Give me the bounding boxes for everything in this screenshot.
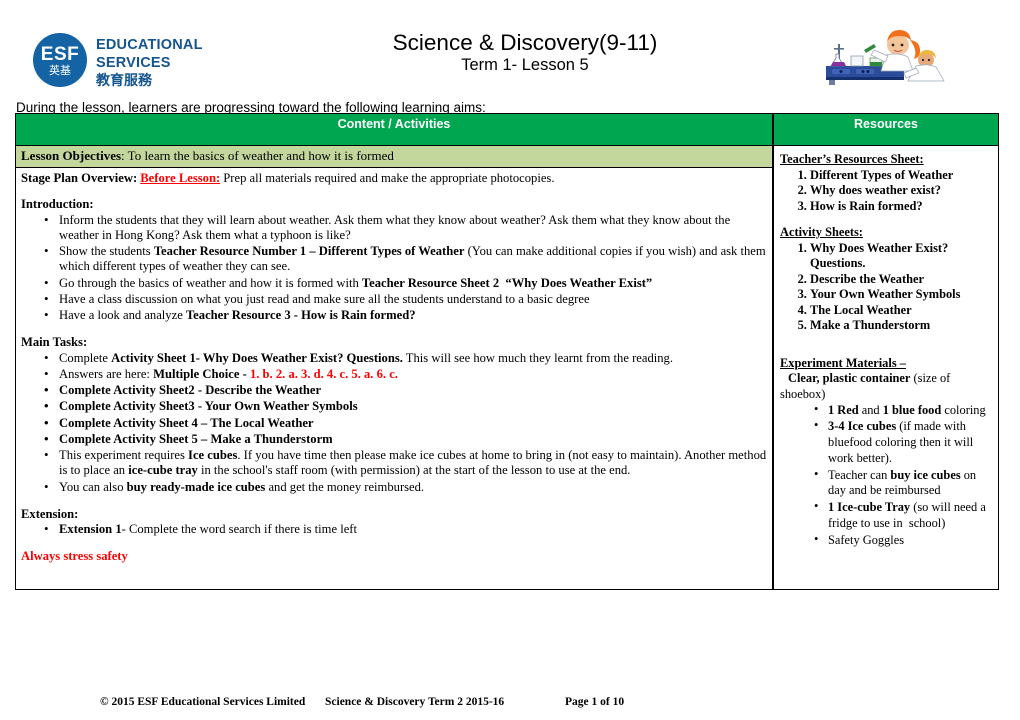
list-item: You can also buy ready-made ice cubes an… xyxy=(44,479,767,495)
esf-logo-line-2: SERVICES xyxy=(96,54,171,71)
list-item: Complete Activity Sheet 4 – The Local We… xyxy=(44,415,767,431)
list-item: Make a Thunderstorm xyxy=(810,318,991,334)
list-item: Complete Activity Sheet 5 – Make a Thund… xyxy=(44,431,767,447)
esf-logo-mark-text-cn: 英基 xyxy=(49,63,71,77)
list-item: This experiment requires Ice cubes. If y… xyxy=(44,447,767,478)
activity-sheet-item-text: Your Own Weather Symbols xyxy=(810,287,961,302)
page-subtitle: Term 1- Lesson 5 xyxy=(461,56,589,75)
main-tasks-list: Complete Activity Sheet 1- Why Does Weat… xyxy=(21,350,767,495)
list-item: Safety Goggles xyxy=(814,532,991,549)
content-activities-cell: Lesson Objectives: To learn the basics o… xyxy=(15,146,773,590)
lesson-plan-table: Content / Activities Resources Lesson Ob… xyxy=(15,113,999,590)
activity-sheet-item-text: Make a Thunderstorm xyxy=(810,318,931,333)
content-body: Stage Plan Overview: Before Lesson: Prep… xyxy=(16,168,772,570)
list-item: Complete Activity Sheet2 - Describe the … xyxy=(44,382,767,398)
science-experiment-clipart-icon xyxy=(826,30,945,85)
document-title-block: Science & Discovery(9-11) Term 1- Lesson… xyxy=(290,30,760,76)
list-item: Complete Activity Sheet3 - Your Own Weat… xyxy=(44,398,767,414)
teacher-resource-item-text: How is Rain formed? xyxy=(810,198,923,213)
footer-copyright: © 2015 ESF Educational Services Limited xyxy=(100,696,306,708)
experiment-item-text: Safety Goggles xyxy=(828,532,905,547)
teacher-resources-sheet-heading: Teacher’s Resources Sheet: xyxy=(780,152,924,166)
page-footer: © 2015 ESF Educational Services Limited … xyxy=(100,696,920,708)
esf-logo-wordmark: EDUCATIONAL SERVICES 教育服務 xyxy=(96,37,203,90)
experiment-materials-list: 1 Red and 1 blue food coloring 3-4 Ice c… xyxy=(780,402,991,549)
introduction-item-text: Inform the students that they will learn… xyxy=(59,212,731,242)
list-item: Inform the students that they will learn… xyxy=(44,212,767,243)
list-item: Why does weather exist? xyxy=(810,183,991,199)
resources-cell: Teacher’s Resources Sheet: Different Typ… xyxy=(773,146,999,590)
column-header-resources: Resources xyxy=(773,113,999,146)
stage-plan-overview-text: Prep all materials required and make the… xyxy=(220,171,555,185)
activity-sheet-item-text: The Local Weather xyxy=(810,302,912,317)
table-body-row: Lesson Objectives: To learn the basics o… xyxy=(15,146,999,590)
main-task-item-text: Complete Activity Sheet3 - Your Own Weat… xyxy=(59,399,358,414)
teacher-resources-sheet-list: Different Types of Weather Why does weat… xyxy=(780,168,991,215)
list-item: Different Types of Weather xyxy=(810,168,991,184)
extension-heading: Extension: xyxy=(21,506,79,521)
esf-logo-mark-text: ESF xyxy=(40,43,80,65)
page-header: ESF 英基 EDUCATIONAL SERVICES 教育服務 Science… xyxy=(0,0,1020,100)
extension-list: Extension 1- Complete the word search if… xyxy=(21,521,767,537)
list-item: Go through the basics of weather and how… xyxy=(44,275,767,291)
before-lesson-label: Before Lesson: xyxy=(140,171,221,185)
introduction-item-text: Have a class discussion on what you just… xyxy=(59,291,590,306)
teacher-resource-item-text: Different Types of Weather xyxy=(810,167,954,182)
main-task-item-text: Complete Activity Sheet 5 – Make a Thund… xyxy=(59,431,333,446)
list-item: 1 Red and 1 blue food coloring xyxy=(814,402,991,419)
activity-sheet-item-text: Why Does Weather Exist? Questions. xyxy=(810,240,949,271)
list-item: 3-4 Ice cubes (if made with bluefood col… xyxy=(814,418,991,466)
list-item: Your Own Weather Symbols xyxy=(810,287,991,303)
introduction-list: Inform the students that they will learn… xyxy=(21,212,767,324)
footer-page-number: Page 1 of 10 xyxy=(565,696,625,708)
activity-sheet-item-text: Describe the Weather xyxy=(810,271,925,286)
list-item: The Local Weather xyxy=(810,303,991,319)
experiment-lead-bold: Clear, plastic container xyxy=(788,371,911,386)
experiment-materials-lead: Clear, plastic container (size of shoebo… xyxy=(780,371,991,402)
list-item: Complete Activity Sheet 1- Why Does Weat… xyxy=(44,350,767,366)
teacher-resource-item-text: Why does weather exist? xyxy=(810,183,941,198)
list-item: How is Rain formed? xyxy=(810,199,991,215)
main-tasks-heading: Main Tasks: xyxy=(21,335,88,350)
lesson-objectives-label: Lesson Objectives xyxy=(21,148,122,163)
list-item: Extension 1- Complete the word search if… xyxy=(44,521,767,537)
activity-sheets-list: Why Does Weather Exist? Questions. Descr… xyxy=(780,241,991,334)
esf-logo-line-1: EDUCATIONAL xyxy=(96,37,203,53)
introduction-heading: Introduction: xyxy=(21,197,94,212)
safety-note: Always stress safety xyxy=(21,549,128,564)
stage-plan-overview-line: Stage Plan Overview: Before Lesson: Prep… xyxy=(21,171,767,186)
esf-logo-mark-icon: ESF 英基 xyxy=(33,33,87,87)
column-header-content-activities: Content / Activities xyxy=(15,113,773,146)
footer-document-title: Science & Discovery Term 2 2015-16 xyxy=(325,696,505,708)
list-item: Have a class discussion on what you just… xyxy=(44,291,767,307)
list-item: Teacher can buy ice cubes on day and be … xyxy=(814,467,991,500)
stage-plan-overview-label: Stage Plan Overview xyxy=(21,171,133,185)
list-item: Have a look and analyze Teacher Resource… xyxy=(44,307,767,323)
activity-sheets-heading: Activity Sheets: xyxy=(780,225,863,240)
esf-logo-line-3: 教育服務 xyxy=(96,73,152,90)
table-header-row: Content / Activities Resources xyxy=(15,113,999,146)
lesson-objectives-row: Lesson Objectives: To learn the basics o… xyxy=(16,146,772,168)
list-item: Show the students Teacher Resource Numbe… xyxy=(44,243,767,274)
experiment-materials-heading: Experiment Materials – xyxy=(780,355,906,370)
main-task-item-text: Complete Activity Sheet2 - Describe the … xyxy=(59,383,322,398)
list-item: Answers are here: Multiple Choice - 1. b… xyxy=(44,366,767,382)
list-item: Why Does Weather Exist? Questions. xyxy=(810,241,991,272)
list-item: Describe the Weather xyxy=(810,272,991,288)
page-title: Science & Discovery(9-11) xyxy=(392,30,658,55)
main-task-item-text: Complete Activity Sheet 4 – The Local We… xyxy=(59,415,314,430)
lesson-objectives-text: : To learn the basics of weather and how… xyxy=(121,148,394,163)
esf-logo: ESF 英基 EDUCATIONAL SERVICES 教育服務 xyxy=(33,33,203,90)
list-item: 1 Ice-cube Tray (so will need a fridge t… xyxy=(814,499,991,532)
